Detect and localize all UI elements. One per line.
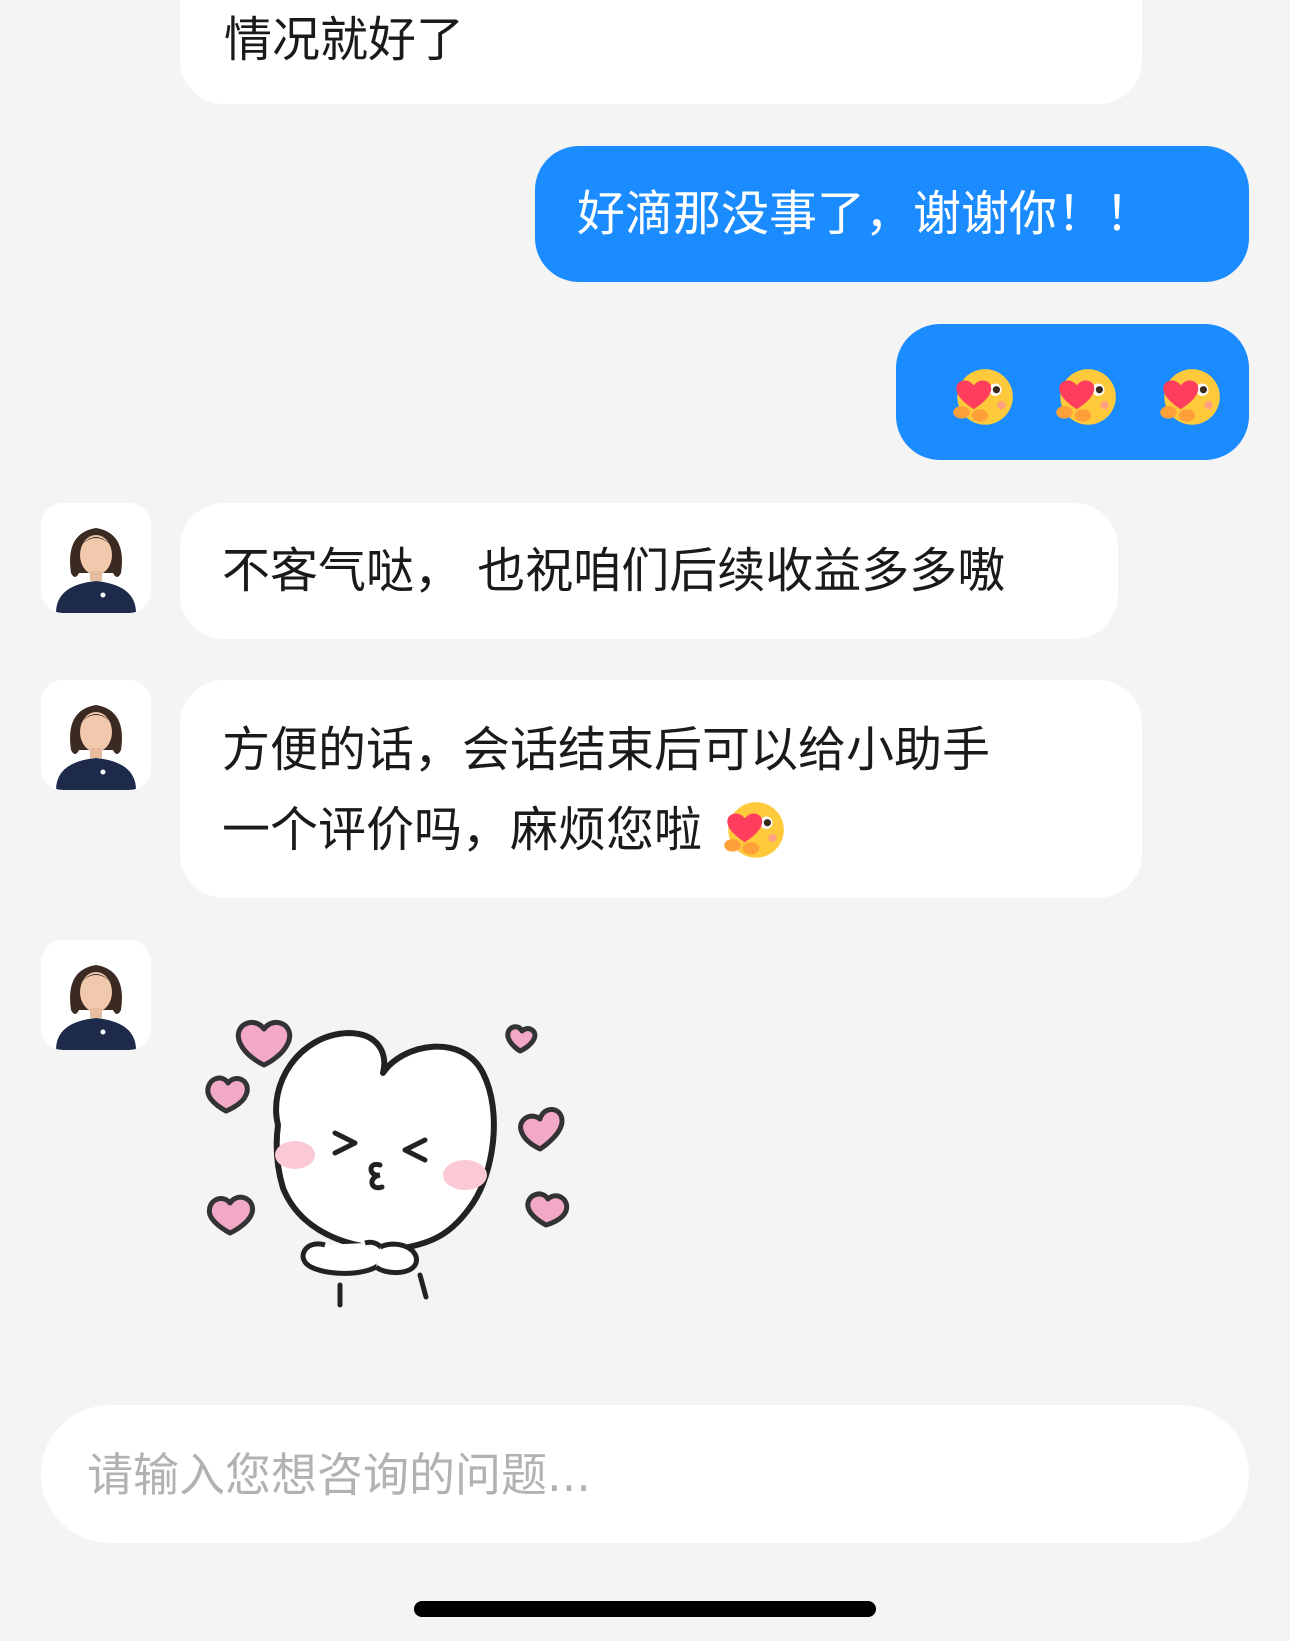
message-text-line: 方便的话，会话结束后可以给小助手 bbox=[222, 722, 991, 778]
message-text: 情况就好了 bbox=[224, 12, 465, 68]
heart-icon bbox=[505, 1024, 538, 1054]
heart-icon bbox=[525, 1191, 570, 1228]
home-indicator[interactable] bbox=[414, 1601, 876, 1617]
kissing-cat-sticker[interactable] bbox=[200, 1005, 600, 1315]
hug-heart-icon bbox=[946, 364, 1018, 436]
user-emoji-bubble bbox=[896, 324, 1249, 460]
message-text: 一个评价吗，麻烦您啦 bbox=[222, 802, 703, 858]
heart-icon bbox=[205, 1075, 250, 1114]
assistant-avatar[interactable] bbox=[41, 680, 151, 790]
assistant-avatar[interactable] bbox=[41, 940, 151, 1050]
message-text-line: 一个评价吗，麻烦您啦 bbox=[222, 790, 1142, 870]
assistant-message-bubble: 不客气哒， 也祝咱们后续收益多多嗷 bbox=[180, 503, 1118, 639]
user-message-bubble: 好滴那没事了，谢谢你！！ bbox=[535, 146, 1249, 282]
avatar-photo bbox=[41, 680, 151, 790]
heart-icon bbox=[235, 1020, 293, 1068]
assistant-avatar[interactable] bbox=[41, 503, 151, 613]
hug-heart-icon bbox=[717, 797, 789, 869]
assistant-message-bubble: 情况就好了 bbox=[180, 0, 1142, 104]
message-text: 不客气哒， 也祝咱们后续收益多多嗷 bbox=[222, 543, 1006, 599]
message-composer[interactable] bbox=[41, 1405, 1249, 1545]
question-input[interactable] bbox=[85, 1405, 1189, 1545]
avatar-photo bbox=[41, 940, 151, 1050]
hug-heart-icon bbox=[1153, 364, 1225, 436]
message-text: 好滴那没事了，谢谢你！！ bbox=[577, 186, 1154, 242]
heart-icon bbox=[206, 1194, 256, 1236]
heart-icon bbox=[518, 1107, 565, 1152]
hug-heart-icon bbox=[1049, 364, 1121, 436]
avatar-photo bbox=[41, 503, 151, 613]
assistant-message-bubble: 方便的话，会话结束后可以给小助手 一个评价吗，麻烦您啦 bbox=[180, 680, 1142, 898]
